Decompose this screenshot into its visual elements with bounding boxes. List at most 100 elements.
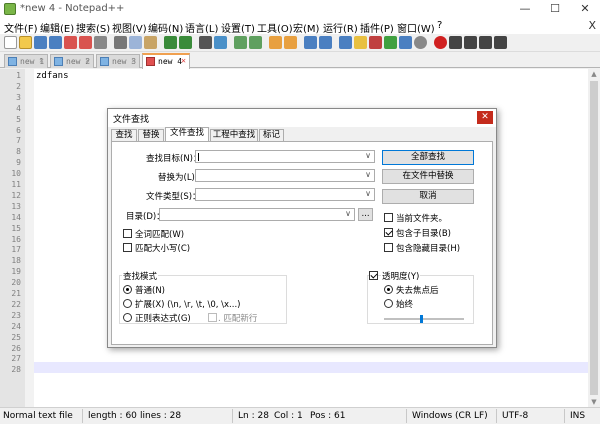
copy-icon[interactable] [129, 36, 142, 49]
transparency-slider-thumb[interactable] [420, 315, 423, 323]
mode-normal-radio[interactable] [123, 285, 132, 294]
menu-help[interactable]: ? [437, 20, 442, 31]
chevron-down-icon[interactable]: ∨ [365, 189, 371, 198]
tab-new-1[interactable]: new 1 ✕ [4, 54, 48, 68]
paste-icon[interactable] [144, 36, 157, 49]
tab-close-icon[interactable]: ✕ [39, 56, 44, 65]
menu-window[interactable]: 窗口(W) [397, 20, 435, 35]
new-file-icon[interactable] [4, 36, 17, 49]
vertical-scrollbar[interactable]: ▲ ▼ [588, 69, 600, 407]
tab-replace[interactable]: 替换 [138, 129, 164, 141]
scroll-down-icon[interactable]: ▼ [588, 398, 600, 406]
menu-plugins[interactable]: 插件(P) [360, 20, 394, 35]
filters-input[interactable]: ∨ [195, 188, 375, 201]
line-1-text[interactable]: zdfans [36, 71, 69, 81]
match-case-checkbox[interactable] [123, 243, 132, 252]
current-folder-checkbox[interactable] [384, 213, 393, 222]
redo-icon[interactable] [179, 36, 192, 49]
mode-extended-radio[interactable] [123, 299, 132, 308]
word-wrap-icon[interactable] [304, 36, 317, 49]
menu-macro[interactable]: 宏(M) [293, 20, 319, 35]
indent-guide-icon[interactable] [339, 36, 352, 49]
matches-newline-checkbox[interactable] [208, 313, 217, 322]
transparency-checkbox[interactable] [369, 271, 378, 280]
tab-find[interactable]: 查找 [111, 129, 137, 141]
menu-search[interactable]: 搜索(S) [76, 20, 110, 35]
line-number: 19 [11, 267, 21, 277]
tab-mark[interactable]: 标记 [259, 129, 284, 141]
close-icon[interactable] [64, 36, 77, 49]
line-number: 10 [11, 169, 21, 179]
print-icon[interactable] [94, 36, 107, 49]
save-icon[interactable] [34, 36, 47, 49]
minimize-button[interactable]: — [510, 0, 540, 18]
tab-new-3[interactable]: new 3 ✕ [96, 54, 140, 68]
find-all-button[interactable]: 全部查找 [382, 150, 474, 165]
menu-settings[interactable]: 设置(T) [221, 20, 255, 35]
menu-encoding[interactable]: 编码(N) [148, 20, 183, 35]
doc-switcher-icon[interactable] [414, 36, 427, 49]
tab-close-icon[interactable]: ✕ [85, 56, 90, 65]
monitoring-icon[interactable] [399, 36, 412, 49]
matches-newline-label: . 匹配新行 [218, 314, 258, 324]
replace-icon[interactable] [214, 36, 227, 49]
save-all-icon[interactable] [49, 36, 62, 49]
tab-new-4[interactable]: new 4 ✕ [142, 53, 190, 69]
sync-vertical-icon[interactable] [269, 36, 282, 49]
chevron-down-icon[interactable]: ∨ [345, 209, 351, 218]
chevron-down-icon[interactable]: ∨ [365, 151, 371, 160]
run-macro-multiple-icon[interactable] [479, 36, 492, 49]
on-losing-focus-radio[interactable] [384, 285, 393, 294]
record-macro-icon[interactable] [434, 36, 447, 49]
folder-workspace-icon[interactable] [384, 36, 397, 49]
chevron-down-icon[interactable]: ∨ [365, 170, 371, 179]
tab-new-2[interactable]: new 2 ✕ [50, 54, 94, 68]
menu-language[interactable]: 语言(L) [185, 20, 218, 35]
always-radio[interactable] [384, 299, 393, 308]
close-window-button[interactable]: ✕ [570, 0, 600, 18]
menu-view[interactable]: 视图(V) [112, 20, 147, 35]
tab-find-in-projects[interactable]: 工程中查找 [210, 129, 258, 141]
zoom-out-icon[interactable] [249, 36, 262, 49]
undo-icon[interactable] [164, 36, 177, 49]
mode-regex-radio[interactable] [123, 313, 132, 322]
on-losing-focus-label: 失去焦点后 [396, 286, 439, 296]
zoom-in-icon[interactable] [234, 36, 247, 49]
function-list-icon[interactable] [369, 36, 382, 49]
close-document-x[interactable]: X [588, 19, 596, 32]
transparency-slider[interactable] [384, 318, 464, 320]
menu-run[interactable]: 运行(R) [323, 20, 358, 35]
save-macro-icon[interactable] [494, 36, 507, 49]
replace-with-input[interactable]: ∨ [195, 169, 375, 182]
sync-horizontal-icon[interactable] [284, 36, 297, 49]
dialog-close-button[interactable]: ✕ [477, 111, 493, 124]
close-all-icon[interactable] [79, 36, 92, 49]
tab-close-icon[interactable]: ✕ [131, 56, 136, 65]
cut-icon[interactable] [114, 36, 127, 49]
maximize-button[interactable]: ☐ [540, 0, 570, 18]
find-what-input[interactable]: ∨ [195, 150, 375, 163]
menu-file[interactable]: 文件(F) [4, 20, 38, 35]
tab-close-icon[interactable]: ✕ [181, 56, 186, 65]
mode-regex-label: 正则表达式(G) [135, 314, 191, 324]
in-hidden-folders-checkbox[interactable] [384, 243, 393, 252]
directory-input[interactable]: ∨ [159, 208, 355, 221]
doc-map-icon[interactable] [354, 36, 367, 49]
replace-in-files-button[interactable]: 在文件中替换 [382, 169, 474, 184]
menu-tools[interactable]: 工具(O) [257, 20, 293, 35]
browse-directory-button[interactable]: ... [358, 208, 373, 221]
scrollbar-thumb[interactable] [590, 81, 598, 395]
stop-macro-icon[interactable] [449, 36, 462, 49]
play-macro-icon[interactable] [464, 36, 477, 49]
open-file-icon[interactable] [19, 36, 32, 49]
show-all-chars-icon[interactable] [319, 36, 332, 49]
menu-edit[interactable]: 编辑(E) [40, 20, 74, 35]
find-icon[interactable] [199, 36, 212, 49]
cancel-button[interactable]: 取消 [382, 189, 474, 204]
line-number: 24 [11, 321, 21, 331]
tab-find-in-files[interactable]: 文件查找 [165, 127, 209, 142]
in-subfolders-checkbox[interactable] [384, 228, 393, 237]
fold-margin[interactable] [25, 69, 34, 407]
scroll-up-icon[interactable]: ▲ [588, 70, 600, 78]
match-whole-word-checkbox[interactable] [123, 229, 132, 238]
